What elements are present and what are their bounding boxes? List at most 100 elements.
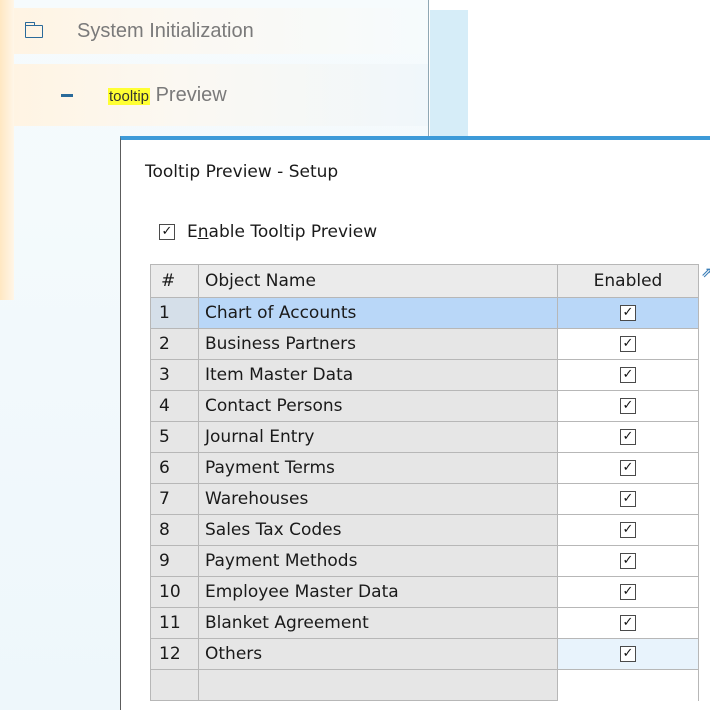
- background-area: [430, 0, 710, 140]
- object-name-cell[interactable]: Blanket Agreement: [198, 607, 558, 639]
- label-mnemonic: n: [197, 222, 209, 242]
- row-number[interactable]: 12: [150, 638, 199, 670]
- check-icon: ✓: [622, 367, 634, 382]
- enabled-cell: ✓: [557, 297, 699, 329]
- enabled-checkbox[interactable]: ✓: [620, 336, 636, 352]
- check-icon: ✓: [161, 224, 173, 239]
- tree-item-system-initialization[interactable]: System Initialization: [14, 8, 428, 54]
- enable-tooltip-label[interactable]: Enable Tooltip Preview: [187, 222, 377, 242]
- column-header-number[interactable]: #: [150, 264, 199, 298]
- row-number[interactable]: 11: [150, 607, 199, 639]
- table-row[interactable]: 4 Contact Persons ✓: [150, 390, 699, 422]
- object-name-cell[interactable]: Chart of Accounts: [198, 297, 558, 329]
- enable-tooltip-checkbox[interactable]: ✓: [159, 224, 175, 240]
- table-row[interactable]: 7 Warehouses ✓: [150, 483, 699, 515]
- enabled-checkbox[interactable]: ✓: [620, 305, 636, 321]
- table-row[interactable]: 11 Blanket Agreement ✓: [150, 607, 699, 639]
- dash-icon: [61, 93, 73, 97]
- enabled-cell: ✓: [557, 607, 699, 639]
- row-number[interactable]: 8: [150, 514, 199, 546]
- empty-cell[interactable]: [557, 669, 699, 701]
- search-highlight: tooltip: [108, 87, 151, 105]
- check-icon: ✓: [622, 460, 634, 475]
- empty-cell[interactable]: [150, 669, 199, 701]
- column-header-object-name[interactable]: Object Name: [198, 264, 558, 298]
- enabled-checkbox[interactable]: ✓: [620, 429, 636, 445]
- enabled-checkbox[interactable]: ✓: [620, 615, 636, 631]
- table-row[interactable]: 3 Item Master Data ✓: [150, 359, 699, 391]
- row-number[interactable]: 7: [150, 483, 199, 515]
- row-number[interactable]: 4: [150, 390, 199, 422]
- object-name-cell[interactable]: Warehouses: [198, 483, 558, 515]
- enabled-checkbox[interactable]: ✓: [620, 553, 636, 569]
- table-header-row: # Object Name Enabled: [150, 264, 699, 298]
- enabled-cell: ✓: [557, 328, 699, 360]
- object-name-cell[interactable]: Item Master Data: [198, 359, 558, 391]
- enabled-checkbox[interactable]: ✓: [620, 367, 636, 383]
- enabled-checkbox[interactable]: ✓: [620, 491, 636, 507]
- check-icon: ✓: [622, 429, 634, 444]
- row-number[interactable]: 10: [150, 576, 199, 608]
- enabled-checkbox[interactable]: ✓: [620, 584, 636, 600]
- enabled-cell: ✓: [557, 483, 699, 515]
- folder-icon: [24, 21, 43, 38]
- empty-cell[interactable]: [198, 669, 558, 701]
- table-row[interactable]: 2 Business Partners ✓: [150, 328, 699, 360]
- table-row[interactable]: 5 Journal Entry ✓: [150, 421, 699, 453]
- enabled-cell: ✓: [557, 421, 699, 453]
- table-row[interactable]: 8 Sales Tax Codes ✓: [150, 514, 699, 546]
- enabled-checkbox[interactable]: ✓: [620, 522, 636, 538]
- table-row[interactable]: 9 Payment Methods ✓: [150, 545, 699, 577]
- tree-item-label: System Initialization: [77, 19, 254, 42]
- check-icon: ✓: [622, 398, 634, 413]
- label-part: able Tooltip Preview: [208, 222, 378, 242]
- tree-item-tooltip-preview[interactable]: tooltip Preview: [14, 64, 428, 126]
- panel-divider: [428, 0, 429, 140]
- object-name-cell[interactable]: Payment Terms: [198, 452, 558, 484]
- table-row[interactable]: 1 Chart of Accounts ✓: [150, 297, 699, 329]
- object-table: # Object Name Enabled 1 Chart of Accounts…: [150, 264, 699, 701]
- panel-scroll-strip: [430, 10, 468, 140]
- row-number[interactable]: 5: [150, 421, 199, 453]
- check-icon: ✓: [622, 522, 634, 537]
- enabled-cell: ✓: [557, 576, 699, 608]
- check-icon: ✓: [622, 553, 634, 568]
- enabled-cell: ✓: [557, 452, 699, 484]
- enabled-checkbox[interactable]: ✓: [620, 460, 636, 476]
- enabled-cell: ✓: [557, 390, 699, 422]
- object-name-cell[interactable]: Others: [198, 638, 558, 670]
- tree-item-label: tooltip Preview: [108, 84, 227, 107]
- row-number[interactable]: 3: [150, 359, 199, 391]
- setup-dialog: Tooltip Preview - Setup ✓ Enable Tooltip…: [120, 136, 710, 710]
- enabled-checkbox[interactable]: ✓: [620, 646, 636, 662]
- column-header-enabled[interactable]: Enabled: [557, 264, 699, 298]
- object-name-cell[interactable]: Sales Tax Codes: [198, 514, 558, 546]
- row-number[interactable]: 9: [150, 545, 199, 577]
- check-icon: ✓: [622, 615, 634, 630]
- object-name-cell[interactable]: Employee Master Data: [198, 576, 558, 608]
- dialog-title: Tooltip Preview - Setup: [145, 162, 339, 182]
- table-row[interactable]: 6 Payment Terms ✓: [150, 452, 699, 484]
- table-row[interactable]: 10 Employee Master Data ✓: [150, 576, 699, 608]
- check-icon: ✓: [622, 584, 634, 599]
- expand-icon[interactable]: ⇗: [701, 266, 710, 280]
- row-number[interactable]: 6: [150, 452, 199, 484]
- check-icon: ✓: [622, 646, 634, 661]
- enabled-checkbox[interactable]: ✓: [620, 398, 636, 414]
- enabled-cell: ✓: [557, 638, 699, 670]
- enabled-cell: ✓: [557, 545, 699, 577]
- enable-tooltip-preview[interactable]: ✓ Enable Tooltip Preview: [159, 222, 377, 242]
- table-row-empty[interactable]: [150, 669, 699, 701]
- enabled-cell: ✓: [557, 514, 699, 546]
- object-name-cell[interactable]: Business Partners: [198, 328, 558, 360]
- check-icon: ✓: [622, 491, 634, 506]
- check-icon: ✓: [622, 336, 634, 351]
- tree-item-label-rest: Preview: [150, 83, 227, 106]
- row-number[interactable]: 2: [150, 328, 199, 360]
- table-row[interactable]: 12 Others ✓: [150, 638, 699, 670]
- enabled-cell: ✓: [557, 359, 699, 391]
- object-name-cell[interactable]: Contact Persons: [198, 390, 558, 422]
- row-number[interactable]: 1: [150, 297, 199, 329]
- object-name-cell[interactable]: Journal Entry: [198, 421, 558, 453]
- object-name-cell[interactable]: Payment Methods: [198, 545, 558, 577]
